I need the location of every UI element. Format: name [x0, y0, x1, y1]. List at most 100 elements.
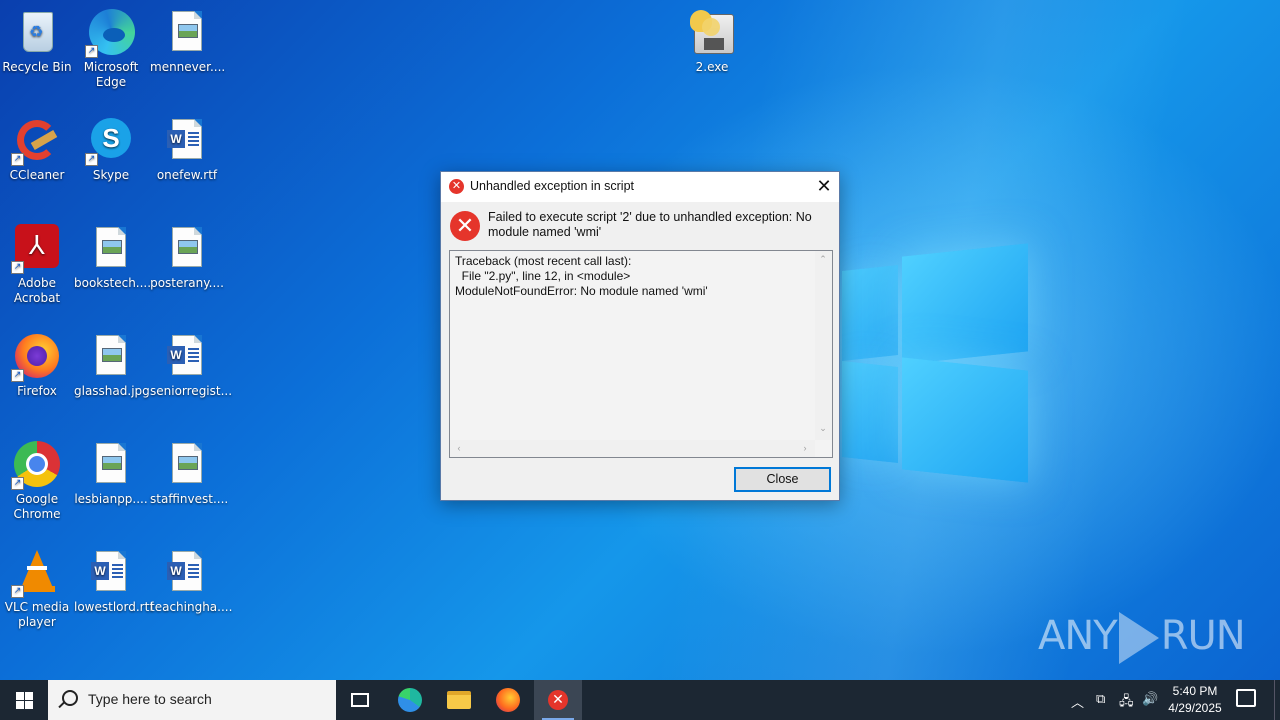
recycle-bin-icon: ♻	[13, 8, 61, 56]
taskbar-search-box[interactable]: Type here to search	[48, 680, 336, 720]
start-button[interactable]	[0, 680, 48, 720]
desktop-icon-mennever[interactable]: mennever....	[150, 8, 226, 75]
vertical-scrollbar[interactable]: ⌃ ⌄	[815, 251, 832, 440]
error-icon: ✕	[450, 211, 480, 241]
desktop-icon-label: bookstech....	[74, 276, 152, 290]
play-icon	[1118, 612, 1159, 664]
windows-logo-pane	[842, 361, 898, 463]
clock-time: 5:40 PM	[1172, 684, 1218, 698]
task-view-button[interactable]	[336, 680, 384, 720]
desktop-icon-teachingha[interactable]: W teachingha....	[150, 548, 233, 615]
edge-icon: ↗	[85, 8, 135, 58]
desktop-icon-microsoft-edge[interactable]: ↗ Microsoft Edge	[74, 8, 148, 90]
scroll-up-icon[interactable]: ⌃	[815, 254, 831, 265]
scroll-left-icon[interactable]: ‹	[451, 443, 467, 453]
chrome-icon: ↗	[11, 440, 61, 490]
close-icon[interactable]: ✕	[809, 172, 839, 202]
desktop-icon-label: Recycle Bin	[2, 60, 72, 74]
ccleaner-icon: ↗	[11, 116, 61, 166]
show-desktop-button[interactable]	[1274, 680, 1280, 720]
desktop-icon-bookstech[interactable]: bookstech....	[74, 224, 152, 291]
desktop-icon-google-chrome[interactable]: ↗ Google Chrome	[0, 440, 74, 522]
shortcut-arrow-icon: ↗	[11, 369, 24, 382]
shortcut-arrow-icon: ↗	[11, 153, 24, 166]
taskbar-file-explorer[interactable]	[435, 680, 483, 720]
windows-logo-icon	[15, 691, 33, 709]
network-icon[interactable]: 🖧	[1119, 692, 1134, 714]
windows-logo-pane	[902, 357, 1028, 483]
device-icon[interactable]: ⧉	[1096, 692, 1105, 707]
desktop-icon-posterany[interactable]: posterany....	[150, 224, 224, 291]
desktop-icon-label: staffinvest....	[150, 492, 229, 506]
close-button[interactable]: Close	[734, 467, 831, 492]
vlc-icon: ↗	[11, 548, 61, 598]
dialog-titlebar[interactable]: ✕ Unhandled exception in script ✕	[441, 172, 839, 202]
folder-icon	[447, 691, 471, 709]
image-file-icon	[87, 224, 135, 272]
desktop-background: ♻ Recycle Bin ↗ CCleaner ⅄ ↗ Adobe Acrob…	[0, 0, 1280, 680]
desktop-icon-label: VLC media player	[4, 600, 70, 629]
image-file-icon	[163, 440, 211, 488]
watermark-text-right: RUN	[1160, 613, 1246, 659]
scroll-down-icon[interactable]: ⌄	[815, 423, 831, 434]
desktop-icon-firefox[interactable]: ↗ Firefox	[0, 332, 74, 399]
desktop-icon-label: Microsoft Edge	[83, 60, 139, 89]
shortcut-arrow-icon: ↗	[85, 153, 98, 166]
desktop-icon-lowestlord[interactable]: W lowestlord.rtf	[74, 548, 154, 615]
shortcut-arrow-icon: ↗	[11, 585, 24, 598]
desktop-icon-label: 2.exe	[695, 60, 729, 74]
word-doc-icon: W	[87, 548, 135, 596]
taskbar-error-app[interactable]: ✕	[534, 680, 582, 720]
desktop-icon-label: lesbianpp....	[74, 492, 148, 506]
desktop-icon-label: CCleaner	[9, 168, 65, 182]
desktop-icon-label: teachingha....	[150, 600, 233, 614]
desktop-icon-label: onefew.rtf	[156, 168, 218, 182]
watermark-text-left: ANY	[1038, 613, 1118, 659]
notification-center-icon[interactable]	[1236, 689, 1256, 707]
desktop-icon-lesbianpp[interactable]: lesbianpp....	[74, 440, 148, 507]
desktop-icon-label: Adobe Acrobat	[13, 276, 61, 305]
desktop-icon-ccleaner[interactable]: ↗ CCleaner	[0, 116, 74, 183]
task-view-icon	[351, 693, 369, 707]
desktop-icon-recycle-bin[interactable]: ♻ Recycle Bin	[0, 8, 74, 75]
edge-icon	[398, 688, 422, 712]
word-doc-icon: W	[163, 548, 211, 596]
word-doc-icon: W	[163, 332, 211, 380]
desktop-icon-staffinvest[interactable]: staffinvest....	[150, 440, 229, 507]
firefox-icon: ↗	[11, 332, 61, 382]
traceback-text: Traceback (most recent call last): File …	[455, 254, 708, 298]
horizontal-scrollbar[interactable]: ‹ ›	[450, 440, 815, 457]
error-message: Failed to execute script '2' due to unha…	[488, 210, 812, 239]
desktop-icon-adobe-acrobat[interactable]: ⅄ ↗ Adobe Acrobat	[0, 224, 74, 306]
desktop-icon-label: glasshad.jpg	[74, 384, 150, 398]
desktop-icon-seniorregist[interactable]: W seniorregist...	[150, 332, 232, 399]
taskbar-edge[interactable]	[386, 680, 434, 720]
desktop-icon-label: Google Chrome	[13, 492, 61, 521]
dialog-title: Unhandled exception in script	[470, 179, 634, 193]
shortcut-arrow-icon: ↗	[85, 45, 98, 58]
desktop-icon-onefew[interactable]: W onefew.rtf	[150, 116, 224, 183]
desktop-icon-skype[interactable]: S ↗ Skype	[74, 116, 148, 183]
python-exe-icon	[688, 8, 736, 56]
taskbar-firefox[interactable]	[484, 680, 532, 720]
shortcut-arrow-icon: ↗	[11, 477, 24, 490]
windows-logo-pane	[902, 243, 1028, 365]
desktop-icon-vlc[interactable]: ↗ VLC media player	[0, 548, 74, 630]
clock-date: 4/29/2025	[1168, 701, 1222, 715]
volume-icon[interactable]: 🔊	[1142, 692, 1158, 707]
desktop-icon-label: lowestlord.rtf	[74, 600, 154, 614]
chevron-up-icon[interactable]: ︿	[1071, 692, 1084, 711]
image-file-icon	[163, 8, 211, 56]
desktop-icon-2-exe[interactable]: 2.exe	[675, 8, 749, 75]
desktop-icon-label: posterany....	[150, 276, 224, 290]
desktop-icon-glasshad[interactable]: glasshad.jpg	[74, 332, 150, 399]
search-icon	[62, 690, 78, 706]
desktop-icon-label: Skype	[92, 168, 130, 182]
search-placeholder: Type here to search	[88, 691, 212, 707]
acrobat-icon: ⅄ ↗	[11, 224, 61, 274]
desktop-icon-label: mennever....	[150, 60, 226, 74]
taskbar-clock[interactable]: 5:40 PM 4/29/2025	[1160, 683, 1230, 717]
image-file-icon	[87, 332, 135, 380]
traceback-textbox[interactable]: Traceback (most recent call last): File …	[449, 250, 833, 458]
scroll-right-icon[interactable]: ›	[797, 443, 813, 453]
